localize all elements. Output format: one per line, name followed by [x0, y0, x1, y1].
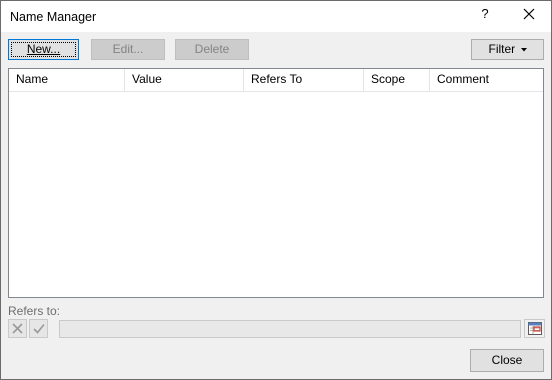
column-header-label: Refers To: [251, 72, 303, 86]
names-list[interactable]: Name Value Refers To Scope Comment: [8, 68, 544, 298]
dropdown-arrow-icon: [520, 47, 527, 52]
close-icon: [523, 8, 535, 20]
collapse-dialog-icon: [528, 322, 542, 335]
help-button[interactable]: ?: [467, 1, 503, 29]
edit-button[interactable]: Edit...: [91, 39, 165, 60]
column-header-scope[interactable]: Scope: [364, 69, 430, 91]
refers-to-label: Refers to:: [8, 304, 61, 318]
new-button[interactable]: New...: [8, 39, 79, 60]
column-header-refers-to[interactable]: Refers To: [244, 69, 364, 91]
column-header-label: Name: [16, 72, 49, 86]
refers-to-input[interactable]: [59, 320, 521, 338]
filter-button[interactable]: Filter: [471, 39, 544, 60]
filter-button-label: Filter: [488, 42, 516, 56]
close-button[interactable]: Close: [470, 349, 544, 372]
name-manager-dialog: Name Manager ? New... Edit... Delete Fil…: [0, 0, 552, 380]
cancel-edit-button[interactable]: [8, 319, 27, 338]
edit-button-label: Edit...: [112, 42, 144, 56]
column-header-label: Comment: [437, 72, 490, 86]
cancel-x-icon: [12, 323, 23, 334]
column-header-value[interactable]: Value: [125, 69, 244, 91]
list-header: Name Value Refers To Scope Comment: [9, 69, 543, 92]
column-header-label: Scope: [371, 72, 406, 86]
confirm-edit-button[interactable]: [29, 319, 48, 338]
title-bar: Name Manager ?: [1, 1, 551, 32]
column-header-comment[interactable]: Comment: [430, 69, 543, 91]
delete-button-label: Delete: [194, 42, 230, 56]
help-label: ?: [481, 6, 489, 21]
close-button-label: Close: [491, 353, 523, 367]
window-title: Name Manager: [10, 10, 97, 24]
delete-button[interactable]: Delete: [175, 39, 249, 60]
new-button-label: New...: [26, 42, 61, 56]
window-close-button[interactable]: [511, 1, 547, 29]
checkmark-icon: [33, 323, 45, 334]
column-header-name[interactable]: Name: [9, 69, 125, 91]
collapse-dialog-button[interactable]: [524, 319, 545, 338]
column-header-label: Value: [132, 72, 162, 86]
